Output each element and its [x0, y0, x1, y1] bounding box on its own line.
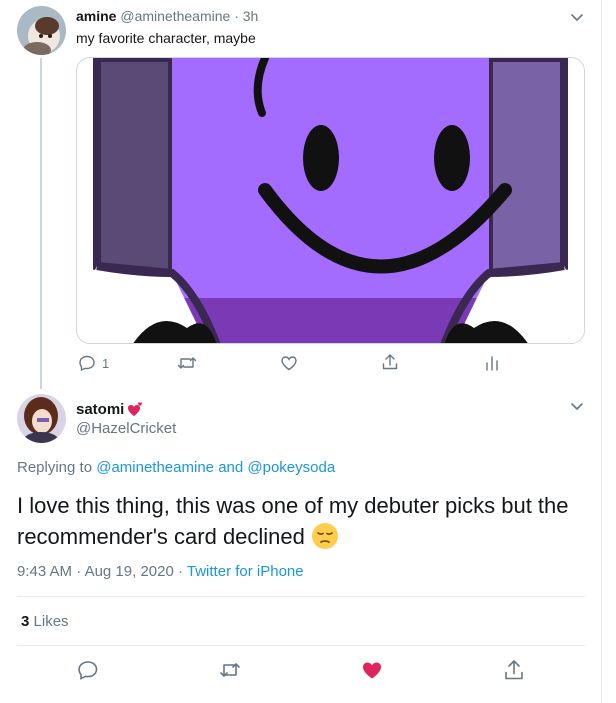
divider-bottom [17, 645, 585, 646]
like-button[interactable] [280, 354, 298, 372]
reply-button[interactable]: 1 [78, 354, 109, 372]
share-icon[interactable] [503, 659, 525, 681]
tweet2-text: I love this thing, this was one of my de… [17, 493, 569, 549]
tweet2-source[interactable]: Twitter for iPhone [187, 563, 304, 580]
retweet-icon[interactable] [219, 659, 241, 681]
tweet2-display-name-row[interactable]: satomi [76, 401, 145, 418]
reply-user-link-2[interactable]: @pokeysoda [247, 459, 335, 476]
pensive-emoji-icon [312, 523, 339, 549]
meta-dot-1: · [76, 563, 82, 580]
retweet-icon [177, 357, 197, 369]
like-icon [281, 356, 297, 371]
share-icon [382, 354, 398, 370]
reply-count: 1 [102, 355, 110, 371]
retweet-button[interactable] [177, 354, 197, 372]
avatar-satomi[interactable] [17, 394, 66, 443]
reply-user-link-1[interactable]: @aminetheamine [96, 459, 214, 476]
tweet1-header: amine @aminetheamine · 3h [76, 8, 258, 24]
reply-icon[interactable] [77, 659, 99, 681]
likes-count: 3 [21, 613, 30, 630]
divider-top [17, 596, 585, 597]
heart-emoji-icon [128, 401, 143, 416]
analytics-button[interactable] [483, 354, 501, 372]
tweet2-handle[interactable]: @HazelCricket [76, 420, 176, 437]
replying-to-label: Replying to [17, 459, 93, 476]
tweet2-text-block: I love this thing, this was one of my de… [17, 490, 577, 552]
thread-connector [40, 58, 42, 389]
chevron-down-icon[interactable] [569, 398, 585, 414]
tweet1-display-name[interactable]: amine [76, 8, 116, 24]
replying-to-line: Replying to @aminetheamine and @pokeysod… [17, 459, 335, 476]
avatar-amine[interactable] [17, 6, 66, 55]
share-button[interactable] [381, 353, 399, 371]
tweet2-date[interactable]: Aug 19, 2020 [85, 563, 174, 580]
tweet1-text: my favorite character, maybe [76, 30, 256, 46]
like-icon-filled[interactable] [361, 659, 383, 681]
likes-label: Likes [33, 613, 69, 630]
reply-and[interactable]: and [218, 459, 243, 476]
tweet2-display-name: satomi [76, 401, 125, 418]
likes-count-link[interactable]: 3 Likes [21, 613, 69, 630]
tweet2-time[interactable]: 9:43 AM [17, 563, 72, 580]
reply-icon [79, 355, 95, 372]
tweet1-time[interactable]: 3h [243, 8, 259, 24]
chevron-down-icon[interactable] [569, 9, 585, 25]
meta-dot-2: · [177, 563, 183, 580]
tweet1-media-image[interactable] [76, 57, 585, 344]
tweet1-dot: · [234, 8, 239, 24]
tweet1-handle[interactable]: @aminetheamine [120, 8, 230, 24]
analytics-icon [486, 356, 498, 371]
tweet2-meta: 9:43 AM · Aug 19, 2020 · Twitter for iPh… [17, 563, 304, 580]
